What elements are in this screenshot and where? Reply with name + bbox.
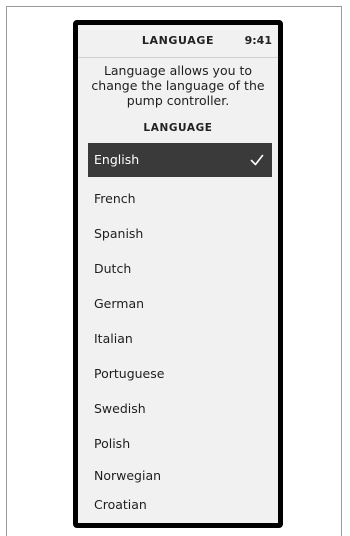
- pump-controller-screen: LANGUAGE 9:41 Language allows you to cha…: [73, 20, 283, 528]
- language-option-label: Spanish: [94, 226, 144, 241]
- language-option-french[interactable]: French: [88, 181, 272, 216]
- language-option-label: Dutch: [94, 261, 132, 276]
- language-option-label: Croatian: [94, 497, 147, 512]
- language-option-italian[interactable]: Italian: [88, 321, 272, 356]
- language-option-german[interactable]: German: [88, 286, 272, 321]
- checkmark-icon: [250, 153, 264, 167]
- language-option-portuguese[interactable]: Portuguese: [88, 356, 272, 391]
- language-option-spanish[interactable]: Spanish: [88, 216, 272, 251]
- language-option-label: Norwegian: [94, 468, 162, 483]
- language-option-label: Swedish: [94, 401, 146, 416]
- status-time: 9:41: [244, 34, 272, 47]
- status-bar: LANGUAGE 9:41: [78, 25, 278, 58]
- language-list: English French Spanish Dutch German Ital…: [88, 143, 272, 519]
- section-heading: LANGUAGE: [143, 122, 213, 134]
- language-option-swedish[interactable]: Swedish: [88, 391, 272, 426]
- language-option-label: Portuguese: [94, 366, 165, 381]
- language-option-croatian[interactable]: Croatian: [88, 491, 272, 519]
- language-option-label: German: [94, 296, 145, 311]
- language-option-label: Polish: [94, 436, 131, 451]
- language-description: Language allows you to change the langua…: [91, 63, 265, 108]
- language-option-polish[interactable]: Polish: [88, 426, 272, 461]
- language-option-english[interactable]: English: [88, 143, 272, 177]
- language-option-dutch[interactable]: Dutch: [88, 251, 272, 286]
- language-option-label: Italian: [94, 331, 133, 346]
- language-option-norwegian[interactable]: Norwegian: [88, 461, 272, 491]
- language-option-label: English: [94, 152, 140, 167]
- language-option-label: French: [94, 191, 136, 206]
